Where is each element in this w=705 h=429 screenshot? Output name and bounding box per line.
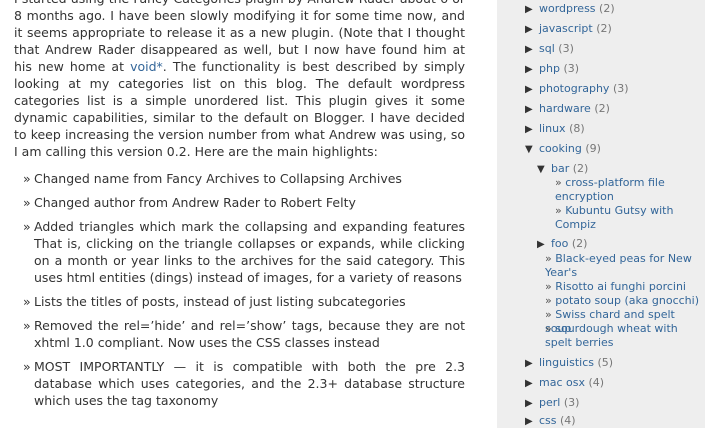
- category-hardware[interactable]: ▶ hardware (2): [525, 102, 610, 117]
- category-mac-osx[interactable]: ▶ mac osx (4): [525, 376, 604, 391]
- category-link[interactable]: bar: [551, 162, 569, 175]
- post-link[interactable]: » Kubuntu Gutsy with Compiz: [555, 204, 695, 232]
- category-cooking[interactable]: ▼ cooking (9): [525, 142, 601, 157]
- expand-triangle-icon[interactable]: ▶: [525, 63, 539, 77]
- expand-triangle-icon[interactable]: ▶: [525, 357, 539, 371]
- post-link[interactable]: » Risotto ai funghi porcini: [545, 280, 703, 294]
- category-count: (3): [612, 82, 629, 95]
- post-title[interactable]: Risotto ai funghi porcini: [555, 280, 686, 293]
- category-count: (2): [594, 102, 610, 115]
- category-link[interactable]: css: [539, 414, 557, 427]
- post-title[interactable]: Kubuntu Gutsy with Compiz: [555, 204, 673, 231]
- category-link[interactable]: foo: [551, 237, 568, 250]
- category-sql[interactable]: ▶ sql (3): [525, 42, 574, 57]
- highlight-text: Lists the titles of posts, instead of ju…: [34, 294, 406, 309]
- intro-text-continued: . The functionality is best described by…: [14, 59, 465, 159]
- highlight-item: » Removed the rel=’hide’ and rel=’show’ t…: [14, 317, 465, 351]
- expand-triangle-icon[interactable]: ▶: [525, 397, 539, 411]
- expand-triangle-icon[interactable]: ▶: [525, 123, 539, 137]
- post-title[interactable]: sourdough wheat with spelt berries: [545, 322, 678, 349]
- expand-triangle-icon[interactable]: ▶: [525, 377, 539, 391]
- article-body: I started using the Fancy Categories plu…: [14, 0, 465, 416]
- post-title[interactable]: potato soup (aka gnocchi): [555, 294, 699, 307]
- category-count: (4): [588, 376, 605, 389]
- highlight-text: Removed the rel=’hide’ and rel=’show’ ta…: [34, 318, 465, 350]
- category-php[interactable]: ▶ php (3): [525, 62, 579, 77]
- void-link[interactable]: void*: [130, 59, 163, 74]
- bullet-icon: »: [555, 204, 562, 217]
- post-title[interactable]: cross-platform file encryption: [555, 176, 665, 203]
- bullet-icon: »: [555, 176, 562, 189]
- category-count: (2): [572, 162, 589, 175]
- category-count: (4): [560, 414, 576, 427]
- highlight-item: » Changed author from Andrew Rader to Rob…: [14, 194, 465, 211]
- post-link[interactable]: » Black-eyed peas for New Year's: [545, 252, 703, 280]
- category-link[interactable]: linux: [539, 122, 566, 135]
- subcategory-bar[interactable]: ▼ bar (2): [537, 162, 588, 177]
- highlight-item: » MOST IMPORTANTLY — it is compatible wit…: [14, 358, 465, 409]
- highlight-item: » Added triangles which mark the collapsi…: [14, 218, 465, 286]
- highlight-text: Changed author from Andrew Rader to Robe…: [34, 195, 356, 210]
- bullet-icon: »: [545, 294, 552, 307]
- category-javascript[interactable]: ▶ javascript (2): [525, 22, 612, 37]
- collapse-triangle-icon[interactable]: ▼: [525, 143, 539, 157]
- bullet-icon: »: [23, 195, 31, 210]
- expand-triangle-icon[interactable]: ▶: [525, 83, 539, 97]
- highlights-list: » Changed name from Fancy Archives to Col…: [14, 170, 465, 409]
- category-link[interactable]: cooking: [539, 142, 582, 155]
- expand-triangle-icon[interactable]: ▶: [525, 43, 539, 57]
- bullet-icon: »: [545, 280, 552, 293]
- expand-triangle-icon[interactable]: ▶: [525, 23, 539, 37]
- categories-sidebar: ▶ wordpress (2) ▶ javascript (2) ▶ sql (3) …: [497, 0, 705, 428]
- post-link[interactable]: » cross-platform file encryption: [555, 176, 695, 204]
- expand-triangle-icon[interactable]: ▶: [525, 3, 539, 17]
- category-count: (2): [596, 22, 612, 35]
- bullet-icon: »: [23, 171, 31, 186]
- category-link[interactable]: photography: [539, 82, 609, 95]
- highlight-text: Changed name from Fancy Archives to Coll…: [34, 171, 402, 186]
- highlight-item: » Changed name from Fancy Archives to Col…: [14, 170, 465, 187]
- category-count: (8): [569, 122, 585, 135]
- collapse-triangle-icon[interactable]: ▼: [537, 163, 551, 177]
- bullet-icon: »: [545, 308, 552, 321]
- category-css[interactable]: ▶ css (4): [525, 414, 576, 429]
- highlight-item: » Lists the titles of posts, instead of j…: [14, 293, 465, 310]
- category-count: (5): [597, 356, 614, 369]
- subcategory-foo[interactable]: ▶ foo (2): [537, 237, 587, 252]
- intro-paragraph: I started using the Fancy Categories plu…: [14, 0, 465, 160]
- bullet-icon: »: [545, 322, 552, 335]
- category-link[interactable]: sql: [539, 42, 555, 55]
- category-count: (2): [599, 2, 615, 15]
- bullet-icon: »: [23, 219, 31, 234]
- highlight-text: MOST IMPORTANTLY — it is compatible with…: [34, 359, 465, 408]
- category-link[interactable]: perl: [539, 396, 560, 409]
- category-photography[interactable]: ▶ photography (3): [525, 82, 629, 97]
- category-count: (9): [585, 142, 601, 155]
- category-link[interactable]: linguistics: [539, 356, 594, 369]
- category-count: (3): [563, 396, 580, 409]
- bullet-icon: »: [545, 252, 552, 265]
- expand-triangle-icon[interactable]: ▶: [525, 103, 539, 117]
- category-linguistics[interactable]: ▶ linguistics (5): [525, 356, 613, 371]
- category-linux[interactable]: ▶ linux (8): [525, 122, 585, 137]
- expand-triangle-icon[interactable]: ▶: [537, 238, 551, 252]
- category-wordpress[interactable]: ▶ wordpress (2): [525, 2, 615, 17]
- category-link[interactable]: wordpress: [539, 2, 596, 15]
- bullet-icon: »: [23, 318, 31, 333]
- bullet-icon: »: [23, 359, 31, 374]
- post-title[interactable]: Black-eyed peas for New Year's: [545, 252, 692, 279]
- post-link[interactable]: » potato soup (aka gnocchi): [545, 294, 703, 308]
- expand-triangle-icon[interactable]: ▶: [525, 415, 539, 429]
- category-link[interactable]: hardware: [539, 102, 591, 115]
- bullet-icon: »: [23, 294, 31, 309]
- category-link[interactable]: php: [539, 62, 560, 75]
- category-perl[interactable]: ▶ perl (3): [525, 396, 579, 411]
- category-count: (2): [571, 237, 588, 250]
- category-count: (3): [558, 42, 574, 55]
- highlight-text: Added triangles which mark the collapsin…: [34, 219, 465, 285]
- category-count: (3): [563, 62, 580, 75]
- post-link[interactable]: » sourdough wheat with spelt berries: [545, 322, 703, 350]
- category-link[interactable]: javascript: [539, 22, 593, 35]
- category-link[interactable]: mac osx: [539, 376, 585, 389]
